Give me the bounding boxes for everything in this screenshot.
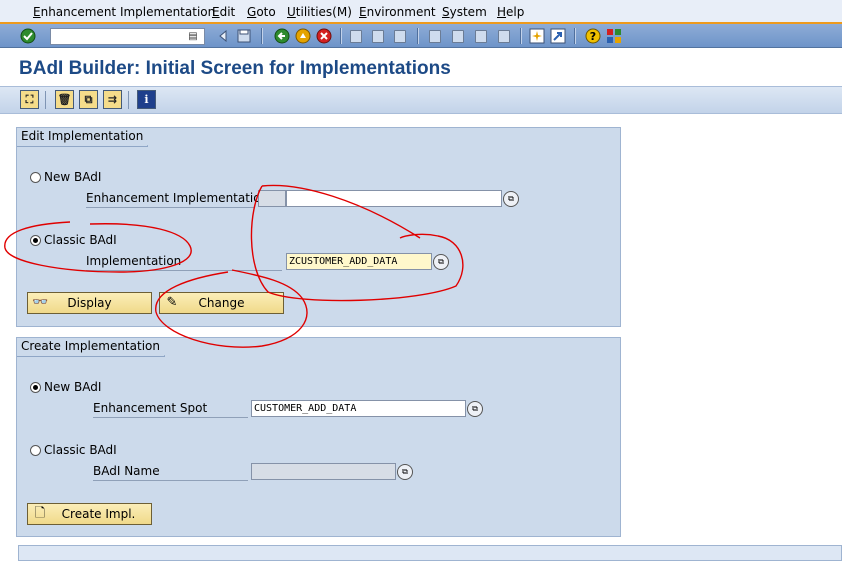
edit-classic-badi-label: Classic BAdI bbox=[44, 233, 117, 247]
customize-layout-icon[interactable] bbox=[606, 28, 622, 44]
toolbar-separator bbox=[128, 91, 129, 109]
badi-name-input[interactable] bbox=[251, 463, 396, 480]
find-next-icon[interactable] bbox=[394, 30, 406, 43]
enhancement-implementation-prefix bbox=[258, 190, 286, 207]
info-icon[interactable]: i bbox=[137, 90, 156, 109]
status-bar bbox=[18, 545, 842, 561]
implementation-input[interactable]: ZCUSTOMER_ADD_DATA bbox=[286, 253, 432, 270]
create-classic-badi-label: Classic BAdI bbox=[44, 443, 117, 457]
application-toolbar: ⛶ 🗑 ⧉ ⇉ i bbox=[0, 86, 842, 114]
rename-icon[interactable]: ⇉ bbox=[103, 90, 122, 109]
command-field[interactable] bbox=[50, 28, 205, 45]
menu-help[interactable]: Help bbox=[497, 5, 524, 19]
menu-environment[interactable]: Environment bbox=[359, 5, 436, 19]
create-impl-button-label: Create Impl. bbox=[61, 507, 136, 521]
menu-edit[interactable]: Edit bbox=[212, 5, 235, 19]
enter-icon[interactable] bbox=[20, 28, 36, 44]
enhancement-implementation-label: Enhancement Implementation bbox=[86, 190, 268, 208]
create-classic-badi-radio[interactable] bbox=[30, 445, 41, 456]
pencil-icon: ✎ bbox=[166, 295, 178, 310]
toolbar-separator bbox=[417, 28, 419, 44]
display-button-label: Display bbox=[67, 296, 112, 310]
glasses-icon: 👓 bbox=[32, 295, 49, 310]
save-icon[interactable] bbox=[236, 28, 252, 44]
find-icon[interactable] bbox=[372, 30, 384, 43]
value-help-icon[interactable]: ⧉ bbox=[503, 191, 519, 207]
previous-page-icon[interactable] bbox=[452, 30, 464, 43]
cancel-icon[interactable] bbox=[316, 28, 332, 44]
value-help-icon[interactable]: ⧉ bbox=[467, 401, 483, 417]
first-page-icon[interactable] bbox=[429, 30, 441, 43]
enhancement-spot-label: Enhancement Spot bbox=[93, 400, 248, 418]
back-arrow-icon[interactable] bbox=[218, 30, 228, 42]
enhancement-spot-input[interactable]: CUSTOMER_ADD_DATA bbox=[251, 400, 466, 417]
next-page-icon[interactable] bbox=[475, 30, 487, 43]
create-impl-button[interactable]: 🗋 Create Impl. bbox=[27, 503, 152, 525]
shortcut-icon[interactable] bbox=[550, 28, 566, 44]
badi-name-label: BAdI Name bbox=[93, 463, 248, 481]
edit-implementation-group-title: Edit Implementation bbox=[17, 128, 162, 147]
new-document-icon: 🗋 bbox=[34, 506, 46, 521]
copy-icon[interactable]: ⧉ bbox=[79, 90, 98, 109]
other-object-icon[interactable]: ⛶ bbox=[20, 90, 39, 109]
help-icon[interactable]: ? bbox=[585, 28, 601, 44]
enhancement-implementation-input[interactable] bbox=[286, 190, 502, 207]
page-title: BAdI Builder: Initial Screen for Impleme… bbox=[19, 58, 451, 79]
change-button-label: Change bbox=[198, 296, 245, 310]
value-help-icon[interactable]: ⧉ bbox=[433, 254, 449, 270]
create-new-badi-radio[interactable] bbox=[30, 382, 41, 393]
delete-icon[interactable]: 🗑 bbox=[55, 90, 74, 109]
exit-icon[interactable] bbox=[295, 28, 311, 44]
toolbar-separator bbox=[520, 28, 522, 44]
edit-new-badi-radio[interactable] bbox=[30, 172, 41, 183]
menu-enhancement-implementation[interactable]: Enhancement Implementation bbox=[33, 5, 215, 19]
toolbar-separator bbox=[45, 91, 46, 109]
menu-bar: Enhancement Implementation Edit Goto Uti… bbox=[0, 0, 842, 24]
print-icon[interactable] bbox=[350, 30, 362, 43]
toolbar-separator bbox=[340, 28, 342, 44]
display-button[interactable]: 👓 Display bbox=[27, 292, 152, 314]
back-icon[interactable] bbox=[274, 28, 290, 44]
edit-classic-badi-radio[interactable] bbox=[30, 235, 41, 246]
toolbar-separator bbox=[574, 28, 576, 44]
svg-text:?: ? bbox=[590, 30, 596, 43]
toolbar-separator bbox=[261, 28, 263, 44]
menu-goto[interactable]: Goto bbox=[247, 5, 276, 19]
implementation-label: Implementation bbox=[86, 253, 282, 271]
create-implementation-group-title: Create Implementation bbox=[17, 338, 178, 357]
edit-new-badi-label: New BAdI bbox=[44, 170, 102, 184]
new-session-icon[interactable] bbox=[529, 28, 545, 44]
command-history-dropdown-icon[interactable]: ▤ bbox=[186, 31, 200, 43]
menu-system[interactable]: System bbox=[442, 5, 487, 19]
last-page-icon[interactable] bbox=[498, 30, 510, 43]
menu-utilities[interactable]: Utilities(M) bbox=[287, 5, 352, 19]
value-help-icon[interactable]: ⧉ bbox=[397, 464, 413, 480]
change-button[interactable]: ✎ Change bbox=[159, 292, 284, 314]
create-new-badi-label: New BAdI bbox=[44, 380, 102, 394]
